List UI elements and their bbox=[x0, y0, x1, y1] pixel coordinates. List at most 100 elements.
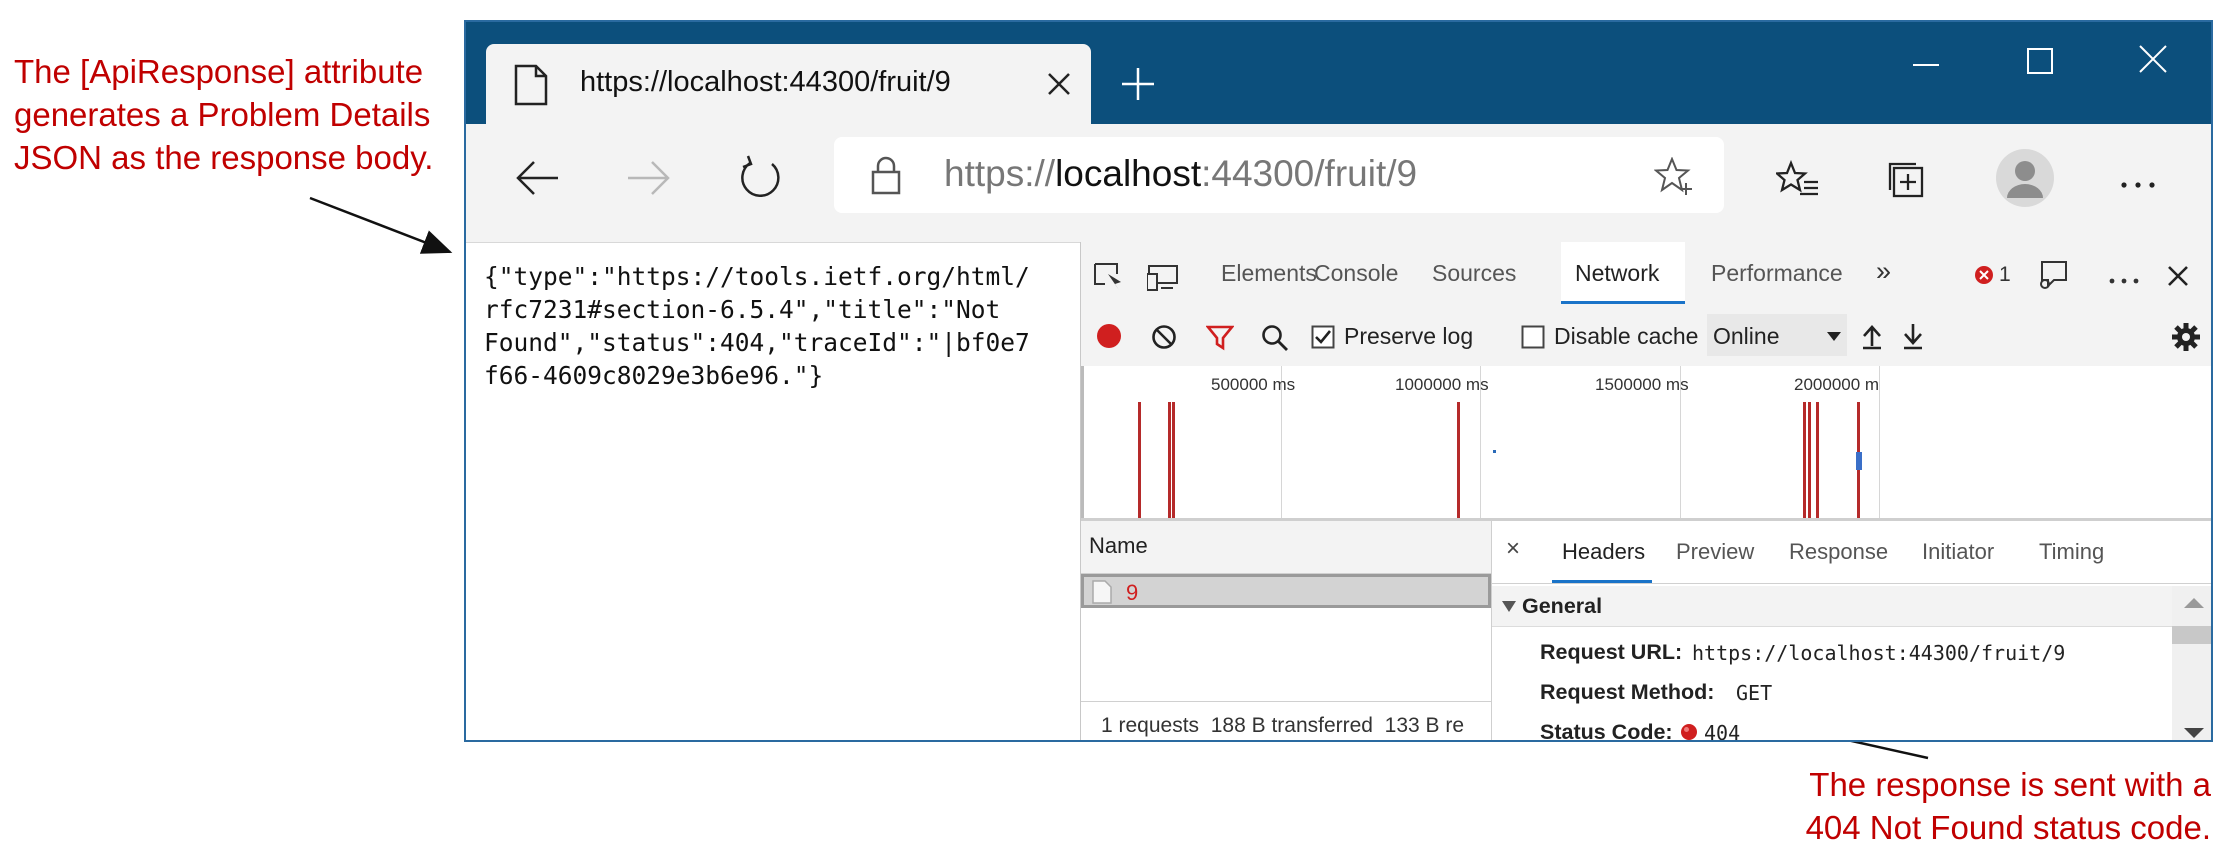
chevron-down-icon bbox=[1827, 329, 1841, 347]
import-har-icon[interactable] bbox=[1860, 322, 1884, 355]
tab-sources[interactable]: Sources bbox=[1432, 260, 1516, 287]
url-host: localhost bbox=[1055, 153, 1202, 194]
tab-network: Network bbox=[1575, 260, 1660, 286]
export-har-icon[interactable] bbox=[1901, 322, 1925, 355]
request-method-label: Request Method: bbox=[1540, 680, 1715, 704]
summary-divider bbox=[1081, 701, 1491, 702]
scrollbar-thumb[interactable] bbox=[2172, 626, 2211, 644]
tab-timing[interactable]: Timing bbox=[2039, 539, 2104, 565]
close-details-icon[interactable]: × bbox=[1506, 535, 1520, 563]
requests-table: Name 9 1 requests 188 B transferred 133 … bbox=[1081, 521, 1492, 740]
page-icon bbox=[514, 64, 548, 111]
preserve-log-label: Preserve log bbox=[1344, 323, 1474, 349]
name-column-header[interactable]: Name bbox=[1089, 533, 1148, 559]
navigation-bar: https://localhost:44300/fruit/9 bbox=[466, 124, 2211, 243]
maximize-icon[interactable] bbox=[2025, 46, 2055, 81]
network-overview: 500000 ms 1000000 ms 1500000 ms 2000000 … bbox=[1081, 366, 2211, 521]
lock-icon bbox=[870, 155, 902, 200]
request-url-value: https://localhost:44300/fruit/9 bbox=[1692, 641, 2066, 665]
url-path: :44300/fruit/9 bbox=[1201, 153, 1418, 194]
request-name: 9 bbox=[1126, 580, 1139, 605]
browser-tab[interactable]: https://localhost:44300/fruit/9 bbox=[486, 44, 1091, 126]
error-count: 1 bbox=[1999, 263, 2011, 286]
requests-header: Name bbox=[1081, 521, 1491, 574]
timeline-tick: 1000000 ms bbox=[1395, 375, 1489, 394]
devtools-menu-icon[interactable] bbox=[2109, 271, 2139, 289]
scroll-down-icon[interactable] bbox=[2184, 728, 2204, 740]
tab-preview[interactable]: Preview bbox=[1676, 539, 1754, 565]
refresh-icon[interactable] bbox=[736, 154, 784, 207]
device-toolbar-icon[interactable] bbox=[1146, 262, 1181, 297]
tab-initiator[interactable]: Initiator bbox=[1922, 539, 1994, 565]
forward-arrow-icon[interactable] bbox=[626, 158, 672, 203]
status-error-dot-icon bbox=[1680, 723, 1698, 740]
details-scrollbar[interactable] bbox=[2172, 586, 2211, 740]
timeline-tick: 1500000 ms bbox=[1595, 375, 1689, 394]
tab-title: https://localhost:44300/fruit/9 bbox=[580, 66, 951, 98]
more-tabs-icon[interactable]: » bbox=[1876, 256, 1891, 287]
general-section-header[interactable]: General bbox=[1492, 586, 2172, 627]
request-method-value: GET bbox=[1736, 681, 1773, 705]
record-icon[interactable] bbox=[1096, 323, 1122, 354]
minimize-icon[interactable] bbox=[1911, 57, 1941, 75]
devtools-close-icon[interactable] bbox=[2166, 264, 2190, 293]
collections-icon[interactable] bbox=[1884, 158, 1928, 207]
preserve-log-checkbox[interactable] bbox=[1311, 325, 1335, 354]
table-row[interactable]: 9 bbox=[1081, 574, 1491, 608]
document-icon bbox=[1092, 580, 1112, 609]
timeline-marker bbox=[1856, 452, 1862, 470]
timeline-tick: 500000 ms bbox=[1211, 375, 1296, 394]
timeline-dot bbox=[1493, 450, 1496, 453]
close-window-icon[interactable] bbox=[2136, 42, 2170, 81]
tab-network-active[interactable]: Network bbox=[1561, 242, 1685, 304]
tab-performance[interactable]: Performance bbox=[1711, 260, 1843, 287]
timeline-bar bbox=[1808, 402, 1811, 518]
new-tab-icon[interactable] bbox=[1118, 64, 1158, 109]
timeline-tick: 2000000 m bbox=[1794, 375, 1880, 394]
address-bar[interactable]: https://localhost:44300/fruit/9 bbox=[834, 137, 1724, 213]
scroll-up-icon[interactable] bbox=[2184, 596, 2204, 608]
more-menu-icon[interactable] bbox=[2120, 176, 2156, 194]
error-icon[interactable] bbox=[1974, 265, 1994, 290]
tab-headers-active[interactable]: Headers bbox=[1552, 521, 1652, 583]
favorites-icon[interactable] bbox=[1774, 159, 1820, 205]
general-title: General bbox=[1522, 594, 1603, 618]
request-details: × Headers Preview Response Initiator Tim… bbox=[1492, 521, 2211, 742]
url-text: https://localhost:44300/fruit/9 bbox=[944, 153, 1417, 195]
collapse-triangle-icon bbox=[1502, 600, 1516, 618]
tab-console[interactable]: Console bbox=[1314, 260, 1398, 287]
timeline-bar bbox=[1172, 402, 1175, 518]
back-arrow-icon[interactable] bbox=[514, 158, 560, 203]
timeline-bar bbox=[1816, 402, 1819, 518]
status-code-value: 404 bbox=[1704, 721, 1741, 742]
url-scheme: https:// bbox=[944, 153, 1056, 194]
filter-icon[interactable] bbox=[1205, 325, 1235, 356]
requests-summary: 1 requests 188 B transferred 133 B re bbox=[1101, 714, 1465, 737]
title-bar: https://localhost:44300/fruit/9 bbox=[466, 22, 2211, 126]
feedback-icon[interactable] bbox=[2036, 260, 2070, 297]
browser-window: https://localhost:44300/fruit/9 https://… bbox=[464, 20, 2213, 742]
timeline-bar bbox=[1168, 402, 1171, 518]
disable-cache-label: Disable cache bbox=[1554, 323, 1699, 349]
profile-avatar-icon[interactable] bbox=[1995, 148, 2055, 213]
inspect-element-icon[interactable] bbox=[1093, 262, 1125, 297]
request-url-label: Request URL: bbox=[1540, 640, 1683, 664]
devtools-panel: Elements Console Sources Network Perform… bbox=[1080, 242, 2211, 742]
timeline-bar bbox=[1803, 402, 1806, 518]
close-tab-icon[interactable] bbox=[1044, 69, 1074, 104]
tab-response[interactable]: Response bbox=[1789, 539, 1888, 565]
response-body: {"type":"https://tools.ietf.org/html/ rf… bbox=[484, 262, 1030, 390]
disable-cache-checkbox[interactable] bbox=[1521, 325, 1545, 354]
status-code-label: Status Code: bbox=[1540, 720, 1673, 742]
annotation-arrow-left bbox=[309, 196, 453, 254]
throttling-select[interactable]: Online bbox=[1707, 314, 1847, 356]
search-icon[interactable] bbox=[1261, 324, 1289, 357]
throttling-value: Online bbox=[1713, 323, 1780, 349]
favorite-star-icon[interactable] bbox=[1653, 156, 1694, 200]
timeline-bar bbox=[1138, 402, 1141, 518]
tab-elements[interactable]: Elements bbox=[1221, 260, 1317, 287]
timeline-bar bbox=[1457, 402, 1460, 518]
clear-icon[interactable] bbox=[1151, 324, 1177, 355]
tab-headers: Headers bbox=[1562, 539, 1646, 564]
network-settings-gear-icon[interactable] bbox=[2171, 322, 2201, 357]
